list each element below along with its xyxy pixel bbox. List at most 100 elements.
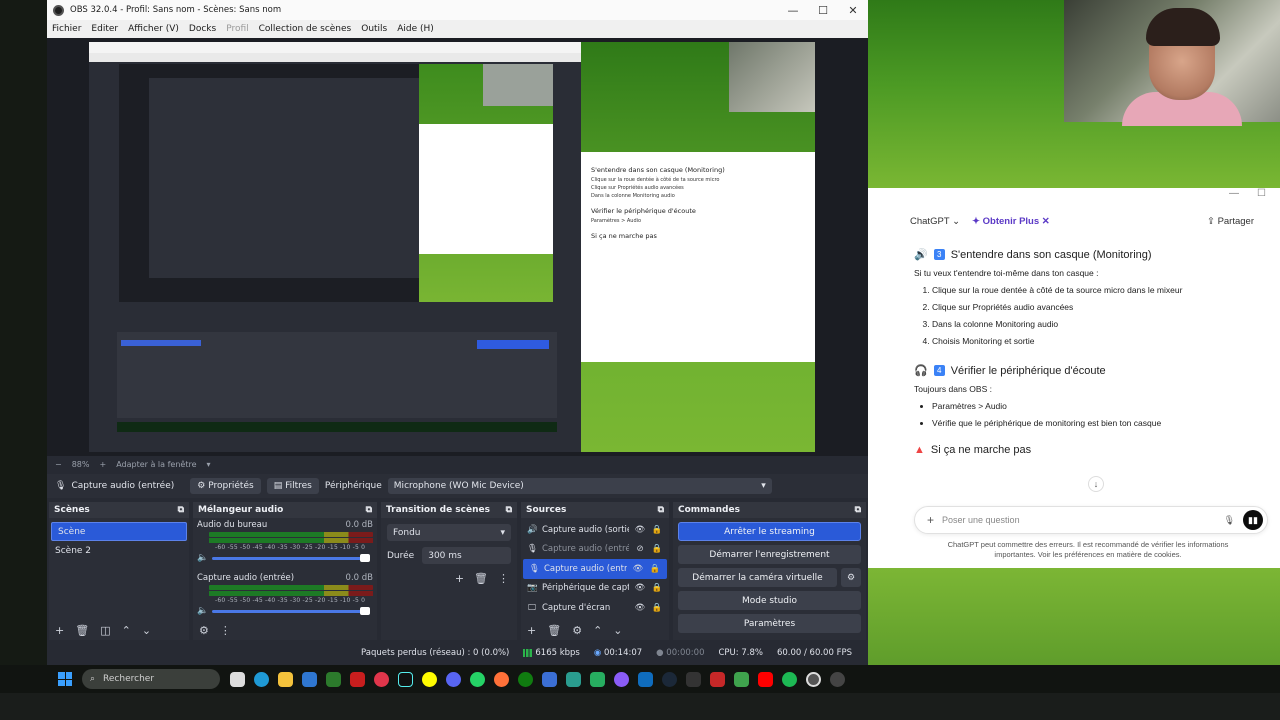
upgrade-plus-button[interactable]: ✦ Obtenir Plus ✕ xyxy=(972,216,1050,227)
chevron-down-icon[interactable]: ▾ xyxy=(206,460,210,469)
dock-undock-icon[interactable]: ⧉ xyxy=(506,505,512,515)
menu-fichier[interactable]: Fichier xyxy=(52,24,81,34)
visibility-icon[interactable]: 👁 xyxy=(634,583,646,593)
roblox-icon[interactable] xyxy=(710,671,725,687)
stream-preview[interactable]: S'entendre dans son casque (Monitoring) … xyxy=(89,42,815,452)
maximize-icon[interactable]: ☐ xyxy=(808,4,838,17)
volume-icon[interactable]: 🔈 xyxy=(197,606,208,616)
menu-aide[interactable]: Aide (H) xyxy=(397,24,434,34)
taskbar-app-icon[interactable] xyxy=(830,671,845,687)
delete-icon[interactable]: 🗑 xyxy=(547,624,561,637)
add-icon[interactable]: + xyxy=(527,624,536,637)
filter-icon[interactable]: ◫ xyxy=(100,624,110,637)
source-item[interactable]: 🔊 Capture audio (sortie) 👁 🔒 xyxy=(521,520,669,540)
taskbar-app-icon[interactable] xyxy=(590,671,605,687)
source-item[interactable]: 🖵 Capture d'écran 👁 🔒 xyxy=(521,598,669,618)
source-item[interactable]: 🎙Capture audio (entrée)👁🔒 xyxy=(523,559,667,579)
source-item[interactable]: 🎙Capture audio (entrée)⊘🔒 xyxy=(521,540,669,560)
more-icon[interactable]: ⋮ xyxy=(498,572,509,585)
outlook-icon[interactable] xyxy=(638,671,653,687)
chat-input-placeholder[interactable]: Poser une question xyxy=(942,515,1224,525)
obs-icon[interactable] xyxy=(806,671,821,687)
add-icon[interactable]: + xyxy=(55,624,64,637)
lock-icon[interactable]: 🔒 xyxy=(651,603,663,613)
move-down-icon[interactable]: ⌄ xyxy=(613,624,622,637)
file-explorer-icon[interactable] xyxy=(278,671,293,687)
delete-icon[interactable]: 🗑 xyxy=(75,624,89,637)
move-down-icon[interactable]: ⌄ xyxy=(142,624,151,637)
snapchat-icon[interactable] xyxy=(422,671,437,687)
scroll-down-icon[interactable]: ↓ xyxy=(1088,476,1104,492)
add-icon[interactable]: + xyxy=(455,572,464,585)
copilot-icon[interactable] xyxy=(614,671,629,687)
add-attachment-icon[interactable]: + xyxy=(927,513,934,527)
dock-undock-icon[interactable]: ⧉ xyxy=(658,505,664,515)
chatgpt-model-selector[interactable]: ChatGPT ⌄ xyxy=(910,216,960,227)
menu-profil[interactable]: Profil xyxy=(226,24,248,34)
volume-slider[interactable] xyxy=(212,606,370,615)
menu-collection[interactable]: Collection de scènes xyxy=(259,24,352,34)
volume-slider[interactable] xyxy=(212,553,370,562)
minimize-icon[interactable]: — xyxy=(778,4,808,17)
lock-icon[interactable]: 🔒 xyxy=(651,583,663,593)
steam-icon[interactable] xyxy=(662,671,677,687)
taskbar-app-icon[interactable] xyxy=(542,671,557,687)
tiktok-icon[interactable] xyxy=(398,671,413,687)
task-view-icon[interactable] xyxy=(230,671,245,687)
microphone-icon[interactable]: 🎙 xyxy=(1224,515,1235,526)
edge-icon[interactable] xyxy=(254,671,269,687)
filters-button[interactable]: ▤ Filtres xyxy=(266,478,319,494)
app-50-icon[interactable] xyxy=(326,671,341,687)
transition-select[interactable]: Fondu ▾ xyxy=(387,524,511,541)
taskbar-app-icon[interactable] xyxy=(734,671,749,687)
scene-item[interactable]: Scène xyxy=(51,522,187,541)
firefox-icon[interactable] xyxy=(494,671,509,687)
device-select[interactable]: Microphone (WO Mic Device) ▾ xyxy=(387,478,772,494)
taskbar-app-icon[interactable] xyxy=(566,671,581,687)
zoom-out-icon[interactable]: − xyxy=(55,460,62,469)
gear-icon[interactable]: ⚙ xyxy=(572,624,582,637)
lock-icon[interactable]: 🔒 xyxy=(651,544,663,554)
netflix-icon[interactable] xyxy=(350,671,365,687)
duration-input[interactable]: 300 ms xyxy=(422,547,511,564)
properties-button[interactable]: ⚙ Propriétés xyxy=(190,478,261,494)
visibility-icon[interactable]: 👁 xyxy=(634,525,646,535)
stop-streaming-button[interactable]: Arrêter le streaming xyxy=(678,522,861,541)
youtube-icon[interactable] xyxy=(758,671,773,687)
studio-mode-button[interactable]: Mode studio xyxy=(678,591,861,610)
spotify-icon[interactable] xyxy=(782,671,797,687)
menu-afficher[interactable]: Afficher (V) xyxy=(128,24,179,34)
gear-icon[interactable]: ⚙ xyxy=(841,568,861,587)
visibility-icon[interactable]: 👁 xyxy=(632,564,644,574)
zoom-mode[interactable]: Adapter à la fenêtre xyxy=(116,460,196,469)
whatsapp-icon[interactable] xyxy=(470,671,485,687)
maximize-icon[interactable]: ☐ xyxy=(1257,188,1266,204)
menu-editer[interactable]: Editer xyxy=(91,24,118,34)
lock-icon[interactable]: 🔒 xyxy=(651,525,663,535)
source-item[interactable]: 📷Périphérique de capture👁🔒 xyxy=(521,579,669,599)
dock-undock-icon[interactable]: ⧉ xyxy=(855,505,861,515)
discord-icon[interactable] xyxy=(446,671,461,687)
more-icon[interactable]: ⋮ xyxy=(220,624,231,637)
scene-item[interactable]: Scène 2 xyxy=(49,541,189,560)
menu-outils[interactable]: Outils xyxy=(361,24,387,34)
volume-icon[interactable]: 🔈 xyxy=(197,553,208,563)
voice-mode-icon[interactable]: ▮▮ xyxy=(1243,510,1263,530)
dock-undock-icon[interactable]: ⧉ xyxy=(366,505,372,515)
close-icon[interactable]: ✕ xyxy=(838,4,868,17)
mixer-settings-icon[interactable]: ⚙ xyxy=(199,624,209,637)
windows-start-icon[interactable] xyxy=(58,672,72,686)
move-up-icon[interactable]: ⌃ xyxy=(122,624,131,637)
start-recording-button[interactable]: Démarrer l'enregistrement xyxy=(678,545,861,564)
epic-games-icon[interactable] xyxy=(686,671,701,687)
settings-button[interactable]: Paramètres xyxy=(678,614,861,633)
menu-docks[interactable]: Docks xyxy=(189,24,216,34)
move-up-icon[interactable]: ⌃ xyxy=(593,624,602,637)
minimize-icon[interactable]: — xyxy=(1229,188,1239,204)
chat-input[interactable]: + Poser une question 🎙 ▮▮ xyxy=(914,506,1268,534)
taskbar-search[interactable]: ⌕ Rechercher xyxy=(82,669,220,689)
dock-undock-icon[interactable]: ⧉ xyxy=(178,505,184,515)
visibility-icon[interactable]: 👁 xyxy=(634,603,646,613)
zoom-in-icon[interactable]: + xyxy=(99,460,106,469)
opera-icon[interactable] xyxy=(374,671,389,687)
